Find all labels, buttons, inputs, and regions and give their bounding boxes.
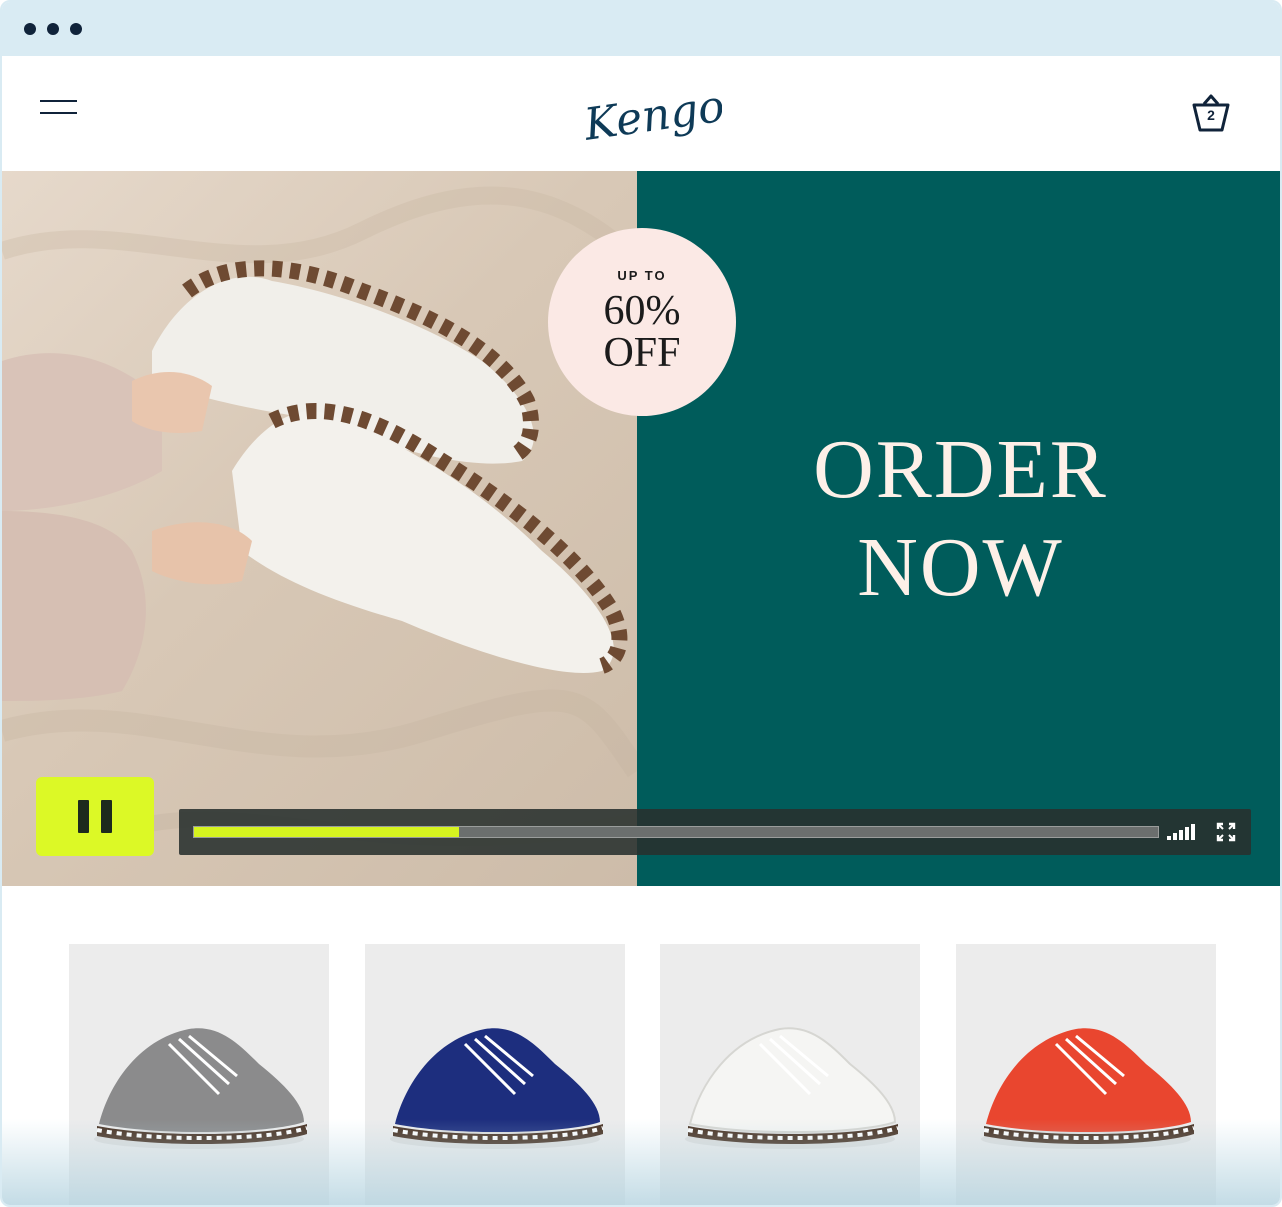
shoe-image	[390, 1028, 604, 1149]
volume-bars-icon	[1167, 824, 1195, 840]
cart-count-badge: 2	[1207, 107, 1215, 123]
logo-text: Kengos	[580, 78, 722, 151]
discount-badge: UP TO 60% OFF	[548, 228, 736, 416]
shoe-image	[981, 1028, 1195, 1149]
badge-off: OFF	[603, 330, 681, 376]
menu-line	[40, 112, 77, 114]
video-progress-bar[interactable]	[193, 826, 1159, 838]
window-dot[interactable]	[47, 23, 59, 35]
volume-bar	[1191, 824, 1195, 840]
hero-banner: ORDER NOW UP TO 60% OFF	[2, 171, 1280, 886]
order-now-line1: ORDER	[813, 423, 1108, 516]
badge-up-to: UP TO	[617, 268, 667, 283]
window-dot[interactable]	[24, 23, 36, 35]
shoe-image	[685, 1027, 899, 1149]
menu-line	[40, 100, 77, 102]
product-card[interactable]	[365, 944, 625, 1205]
pause-icon	[101, 800, 112, 833]
browser-title-bar	[2, 2, 1280, 56]
site-header: Kengos 2	[2, 56, 1280, 171]
shoe-image	[94, 1028, 308, 1149]
fullscreen-button[interactable]	[1215, 821, 1237, 843]
badge-percent-value: 60%	[603, 288, 681, 334]
volume-bar	[1173, 833, 1177, 840]
volume-bar	[1179, 830, 1183, 840]
pause-icon	[78, 800, 89, 833]
cart-button[interactable]: 2	[1188, 90, 1234, 136]
kengos-logo[interactable]: Kengos	[562, 76, 722, 156]
order-now-line2: NOW	[857, 521, 1064, 614]
pause-button[interactable]	[36, 777, 154, 856]
product-card[interactable]	[956, 944, 1216, 1205]
volume-button[interactable]	[1165, 823, 1201, 841]
product-card[interactable]	[660, 944, 920, 1205]
volume-bar	[1167, 836, 1171, 840]
product-grid	[2, 886, 1280, 1205]
order-now-heading[interactable]: ORDER NOW	[637, 421, 1280, 617]
hamburger-menu-button[interactable]	[40, 98, 80, 120]
video-progress-fill	[194, 827, 460, 837]
fullscreen-icon	[1216, 822, 1236, 842]
volume-bar	[1185, 827, 1189, 840]
badge-percent: 60% OFF	[548, 290, 736, 374]
product-card[interactable]	[69, 944, 329, 1205]
video-controls	[179, 809, 1251, 855]
browser-window: Kengos 2 ORDER NOW UP TO 60% OFF	[0, 0, 1282, 1207]
window-dot[interactable]	[70, 23, 82, 35]
